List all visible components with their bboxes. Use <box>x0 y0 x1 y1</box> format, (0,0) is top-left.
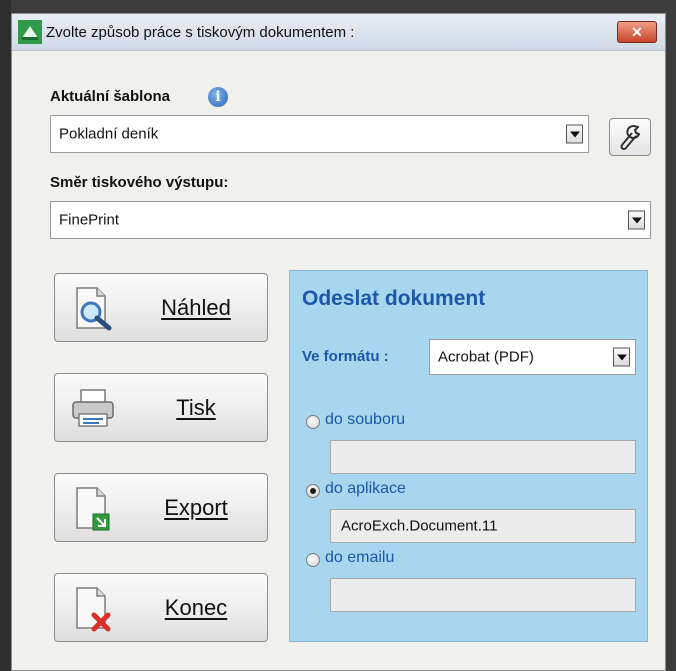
email-field[interactable] <box>330 578 636 612</box>
print-dialog: Zvolte způsob práce s tiskovým dokumente… <box>11 13 666 671</box>
radio-to-file-label: do souboru <box>325 411 406 428</box>
radio-to-file[interactable] <box>306 415 320 429</box>
send-document-panel: Odeslat dokument Ve formátu : Acrobat (P… <box>289 270 648 642</box>
radio-to-application-label: do aplikace <box>325 480 406 497</box>
title-bar: Zvolte způsob práce s tiskovým dokumente… <box>12 14 665 51</box>
close-label: Konec <box>164 594 228 620</box>
output-label: Směr tiskového výstupu: <box>50 174 229 191</box>
print-button[interactable]: Tisk <box>54 373 268 442</box>
background-strip <box>0 0 11 671</box>
radio-to-email[interactable] <box>306 553 320 567</box>
chevron-down-icon[interactable] <box>613 347 630 367</box>
file-path-field[interactable] <box>330 440 636 474</box>
print-label: Tisk <box>176 394 216 420</box>
close-button[interactable]: Konec <box>54 573 268 642</box>
close-window-button[interactable]: ✕ <box>617 21 657 43</box>
application-value: AcroExch.Document.11 <box>341 517 498 535</box>
chevron-down-icon[interactable] <box>628 210 645 230</box>
printer-icon <box>72 389 114 427</box>
wrench-icon <box>620 124 640 150</box>
preview-label: Náhled <box>161 294 231 320</box>
export-button[interactable]: Export <box>54 473 268 542</box>
application-field[interactable]: AcroExch.Document.11 <box>330 509 636 543</box>
template-select[interactable]: Pokladní deník <box>50 115 589 153</box>
format-value: Acrobat (PDF) <box>438 348 534 366</box>
radio-to-application[interactable] <box>306 484 320 498</box>
preview-button[interactable]: Náhled <box>54 273 268 342</box>
chevron-down-icon[interactable] <box>566 124 583 144</box>
format-label: Ve formátu : <box>302 348 389 365</box>
info-icon[interactable]: i <box>208 87 228 107</box>
window-title: Zvolte způsob práce s tiskovým dokumente… <box>46 24 355 41</box>
export-label: Export <box>164 494 228 520</box>
printer-shortcut-icon <box>18 20 42 44</box>
template-label: Aktuální šablona <box>50 88 171 105</box>
template-settings-button[interactable] <box>609 118 651 156</box>
radio-to-email-label: do emailu <box>325 549 395 566</box>
document-export-icon <box>76 487 110 531</box>
document-delete-icon <box>76 587 111 632</box>
format-select[interactable]: Acrobat (PDF) <box>429 339 636 375</box>
send-title: Odeslat dokument <box>302 287 486 310</box>
template-value: Pokladní deník <box>59 125 159 143</box>
magnifier-document-icon <box>76 287 112 331</box>
output-value: FinePrint <box>59 211 120 229</box>
output-select[interactable]: FinePrint <box>50 201 651 239</box>
